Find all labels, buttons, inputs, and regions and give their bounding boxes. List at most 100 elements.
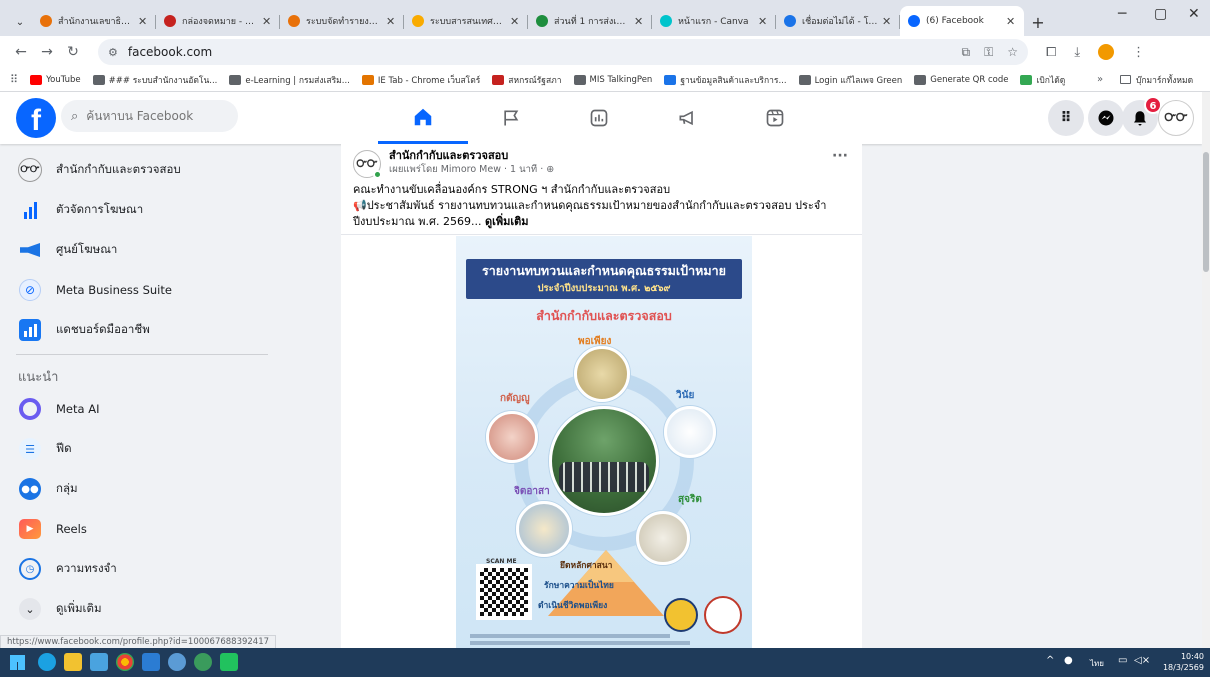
apps-grid-icon[interactable]: ⠿ [10,73,18,86]
close-window-icon[interactable]: ✕ [1188,6,1200,22]
profile-icon[interactable] [1098,44,1115,60]
sidebar-item[interactable]: ᏅᏅ สำนักกำกับและตรวจสอบ [8,150,272,190]
bookmark-item[interactable]: MIS TalkingPen [573,73,653,87]
network-icon[interactable]: ▭ [1118,655,1127,666]
tab-search-icon[interactable]: ⌄ [8,8,32,36]
notifications-button[interactable]: 6 [1122,96,1162,136]
sidebar-item[interactable]: แดชบอร์ดมืออาชีพ [8,310,272,350]
page-scrollbar[interactable] [1202,92,1210,648]
browser-tab[interactable]: ระบบสารสนเทศรัฐสภา ✕ [404,6,528,36]
tab-home[interactable] [378,92,468,144]
sidebar-item[interactable]: ⊘ Meta Business Suite [8,270,272,310]
close-tab-icon[interactable]: ✕ [262,15,272,28]
bookmark-item[interactable]: Generate QR code [914,73,1008,87]
close-tab-icon[interactable]: ✕ [1006,15,1016,28]
browser-tab[interactable]: สำนักงานเลขาธิการวุฒิสภา ✕ [32,6,156,36]
line-icon[interactable] [220,653,238,671]
close-tab-icon[interactable]: ✕ [138,15,148,28]
url-text[interactable]: facebook.com [128,45,948,59]
file-explorer-icon[interactable] [64,653,82,671]
tray-app-icon[interactable]: ● [1064,655,1073,666]
tab-ads[interactable] [642,92,732,144]
tab-reels[interactable] [730,92,820,144]
edge-icon[interactable] [38,653,56,671]
all-bookmarks[interactable]: บุ๊กมาร์กทั้งหมด [1120,73,1193,87]
post-meta-text[interactable]: เผยแพร่โดย Mimoro Mew · 1 นาที · [389,164,543,175]
chrome-icon[interactable] [116,653,134,671]
bookmark-label: เบิกได้ดู [1036,75,1066,86]
sidebar-item[interactable]: Meta AI [8,389,272,429]
app-icon[interactable] [168,653,186,671]
close-tab-icon[interactable]: ✕ [758,15,768,28]
extensions-icon[interactable]: ⧠ [1046,45,1056,60]
browser-tab[interactable]: ระบบจัดทำรายงานการ ✕ [280,6,404,36]
sidebar-item[interactable]: ศูนย์โฆษณา [8,230,272,270]
facebook-search[interactable]: ⌕ [61,100,238,132]
maximize-icon[interactable]: ▢ [1154,6,1167,22]
app-icon[interactable] [194,653,212,671]
language-indicator[interactable]: ไทย [1090,657,1104,670]
download-icon[interactable]: ⤓ [1074,45,1080,60]
clock[interactable]: 10:40 18/3/2569 [1163,651,1204,673]
bookmark-item[interactable]: ### ระบบสำนักงานอัตโน... [92,73,217,87]
post-image[interactable]: รายงานทบทวนและกำหนดคุณธรรมเป้าหมาย ประจำ… [456,236,752,648]
close-tab-icon[interactable]: ✕ [510,15,520,28]
sidebar-item[interactable]: ☰ ฟีด [8,429,272,469]
sidebar-item[interactable]: ตัวจัดการโฆษณา [8,190,272,230]
facebook-logo-icon[interactable]: f [16,98,56,138]
reload-icon[interactable]: ↻ [60,44,86,60]
browser-tab[interactable]: กล่องจดหมาย - senate ✕ [156,6,280,36]
smile-strong-logo [664,598,698,632]
bookmark-star-icon[interactable]: ☆ [1007,45,1018,59]
principle-label: รักษาความเป็นไทย [544,581,614,591]
tab-insights[interactable] [554,92,644,144]
browser-tab[interactable]: หน้าแรก - Canva ✕ [652,6,776,36]
browser-tab[interactable]: (6) Facebook ✕ [900,6,1024,36]
scrollbar-thumb[interactable] [1203,152,1209,272]
new-tab-button[interactable]: + [1024,8,1052,36]
volume-icon[interactable]: ◁× [1134,655,1150,666]
bookmark-favicon-icon [798,74,811,85]
menu-kebab-icon[interactable]: ⋮ [1132,45,1145,60]
forward-icon[interactable]: → [34,44,60,60]
sidebar-item[interactable]: ◷ ความทรงจำ [8,549,272,589]
messenger-button[interactable] [1088,100,1124,136]
close-tab-icon[interactable]: ✕ [882,15,892,28]
see-more-link[interactable]: ดูเพิ่มเติม [485,215,529,228]
bookmark-label: MIS TalkingPen [589,74,653,85]
windows-start-icon[interactable] [10,655,25,670]
minimize-icon[interactable]: ─ [1118,6,1126,22]
bookmark-item[interactable]: ฐานข้อมูลสินค้าและบริการ... [664,73,787,87]
close-tab-icon[interactable]: ✕ [634,15,644,28]
menu-button[interactable]: ⠿ [1048,100,1084,136]
omnibox[interactable]: ⚙ facebook.com ⧉ ⚿ ☆ [98,39,1028,65]
search-input[interactable] [86,109,227,123]
tray-expand-icon[interactable]: ^ [1046,655,1054,666]
post-options-icon[interactable]: ··· [832,148,848,164]
close-tab-icon[interactable]: ✕ [386,15,396,28]
tab-pages[interactable] [466,92,556,144]
browser-tab[interactable]: เชื่อมต่อไม่ได้ - โปรไฟล์ ✕ [776,6,900,36]
bookmark-item[interactable]: Login แก๊ไลเพจ Green [798,73,902,87]
notepad-icon[interactable] [90,653,108,671]
site-info-icon[interactable]: ⚙ [108,46,118,59]
photos-icon[interactable] [142,653,160,671]
account-button[interactable]: ᏅᏅ [1158,100,1194,136]
bookmark-item[interactable]: สหกรณ์รัฐสภา [492,73,562,87]
bookmark-item[interactable]: เบิกได้ดู [1020,73,1065,87]
flag-icon [504,110,519,126]
folder-icon [1120,75,1131,84]
bookmark-item[interactable]: YouTube [30,73,81,87]
poster-footer [470,641,690,645]
sidebar-item[interactable]: ▶ Reels [8,509,272,549]
browser-tab[interactable]: ส่วนที่ 1 การส่งเสริมและ ✕ [528,6,652,36]
cast-icon[interactable]: ⧉ [962,45,971,60]
bookmark-item[interactable]: IE Tab - Chrome เว็บสโตร์ [361,73,480,87]
sidebar-item[interactable]: ⌄ ดูเพิ่มเติม [8,589,272,629]
password-key-icon[interactable]: ⚿ [984,45,993,60]
sidebar-item[interactable]: ●● กลุ่ม [8,469,272,509]
more-bookmarks-icon[interactable]: » [1097,74,1103,85]
bookmark-item[interactable]: e-Learning | กรมส่งเสริม... [229,73,350,87]
post-text: คณะทำงานขับเคลื่อนองค์กร STRONG ฯ สำนักก… [353,182,843,230]
back-icon[interactable]: ← [8,44,34,60]
